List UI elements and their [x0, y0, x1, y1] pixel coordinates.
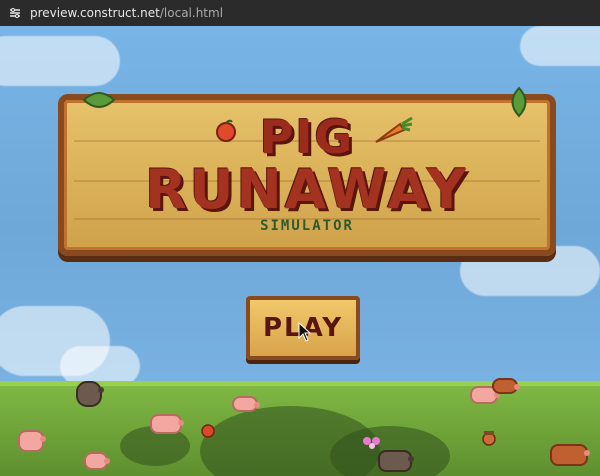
browser-address-bar: preview.construct.net/local.html: [0, 0, 600, 26]
page-controls-icon[interactable]: [8, 6, 22, 20]
cloud: [0, 36, 120, 86]
cloud: [520, 26, 600, 66]
url-path: /local.html: [159, 6, 224, 20]
flower-icon: [363, 437, 380, 449]
game-canvas[interactable]: PIG RUNAWAY SIMULATOR PLAY: [0, 26, 600, 476]
apple-icon: [201, 424, 215, 438]
leaf-icon: [82, 92, 116, 108]
pig-sprite: [550, 444, 590, 466]
pig-sprite: [18, 430, 46, 452]
pig-sprite: [232, 396, 260, 412]
title-sign: PIG RUNAWAY SIMULATOR: [58, 86, 556, 256]
game-title-line-1: PIG: [259, 110, 355, 164]
acorn-icon: [482, 431, 496, 446]
pig-sprite: [492, 378, 520, 394]
cloud: [60, 346, 140, 386]
url-host: preview.construct.net: [30, 6, 160, 20]
url-text[interactable]: preview.construct.net/local.html: [30, 6, 223, 20]
game-subtitle: SIMULATOR: [260, 218, 354, 234]
pig-sprite: [378, 450, 414, 472]
pig-sprite: [150, 414, 184, 434]
mouse-cursor-icon: [298, 322, 312, 342]
pig-sprite: [76, 381, 104, 407]
pig-sprite: [84, 452, 110, 470]
game-title-line-2: RUNAWAY: [145, 158, 469, 221]
